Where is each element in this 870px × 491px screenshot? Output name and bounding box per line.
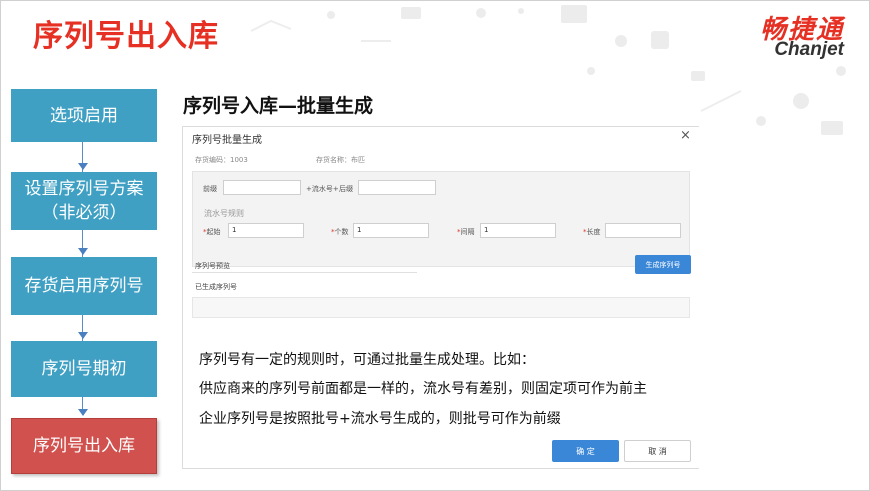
flow-arrow-icon — [78, 163, 88, 170]
start-input[interactable]: 1 — [228, 223, 304, 238]
inventory-code: 存货编码：1003 — [195, 156, 248, 164]
generate-serial-button[interactable]: 生成序列号 — [635, 255, 691, 274]
dialog-title: 序列号批量生成 — [192, 135, 262, 146]
batch-generate-dialog: 序列号批量生成 × 存货编码：1003 存货名称：布匹 前缀 +流水号+ 后缀 … — [182, 126, 699, 469]
close-icon[interactable]: × — [680, 128, 691, 143]
section-heading: 序列号入库—批量生成 — [183, 95, 374, 117]
flow-arrow-icon — [78, 332, 88, 339]
step-serial-opening[interactable]: 序列号期初 — [11, 341, 157, 397]
rule-section-title: 流水号规则 — [204, 209, 244, 218]
slide-title: 序列号出入库 — [33, 19, 219, 54]
interval-label: 间隔 — [460, 228, 475, 236]
flow-arrow-icon — [78, 248, 88, 255]
rule-panel: 前缀 +流水号+ 后缀 流水号规则 *起始 1 *个数 1 *间隔 1 *长度 — [192, 171, 690, 267]
interval-input[interactable]: 1 — [480, 223, 556, 238]
note-line: 序列号有一定的规则时，可通过批量生成处理。比如： — [199, 352, 535, 368]
length-input[interactable] — [605, 223, 681, 238]
preview-label: 序列号预览 — [195, 262, 230, 270]
generated-label: 已生成序列号 — [195, 283, 237, 291]
step-serial-scheme[interactable]: 设置序列号方案（非必须） — [11, 172, 157, 230]
brand-name-en: Chanjet — [774, 39, 844, 60]
slide: 序列号出入库 畅捷通 Chanjet 选项启用 设置序列号方案（非必须） 存货启… — [0, 0, 870, 491]
length-label: 长度 — [586, 228, 601, 236]
flow-arrow-icon — [78, 409, 88, 416]
note-line: 供应商来的序列号前面都是一样的，流水号有差别，则固定项可作为前主 — [199, 381, 647, 397]
suffix-label: 后缀 — [339, 185, 353, 193]
brand-logo: 畅捷通 Chanjet — [706, 9, 856, 65]
suffix-input[interactable] — [358, 180, 436, 195]
step-serial-in-out[interactable]: 序列号出入库 — [11, 418, 157, 474]
generated-serial-list[interactable] — [192, 297, 690, 318]
cancel-button[interactable]: 取 消 — [624, 440, 691, 462]
serial-label: +流水号+ — [306, 185, 339, 193]
step-inventory-enable-serial[interactable]: 存货启用序列号 — [11, 257, 157, 315]
preview-divider — [192, 272, 417, 273]
ok-button[interactable]: 确 定 — [552, 440, 619, 462]
prefix-input[interactable] — [223, 180, 301, 195]
note-line: 企业序列号是按照批号+流水号生成的，则批号可作为前缀 — [199, 411, 561, 427]
inventory-name: 存货名称：布匹 — [316, 156, 365, 164]
prefix-label: 前缀 — [203, 185, 217, 193]
count-label: 个数 — [334, 228, 349, 236]
start-label: 起始 — [206, 228, 221, 236]
step-option-enable[interactable]: 选项启用 — [11, 89, 157, 142]
count-input[interactable]: 1 — [353, 223, 429, 238]
